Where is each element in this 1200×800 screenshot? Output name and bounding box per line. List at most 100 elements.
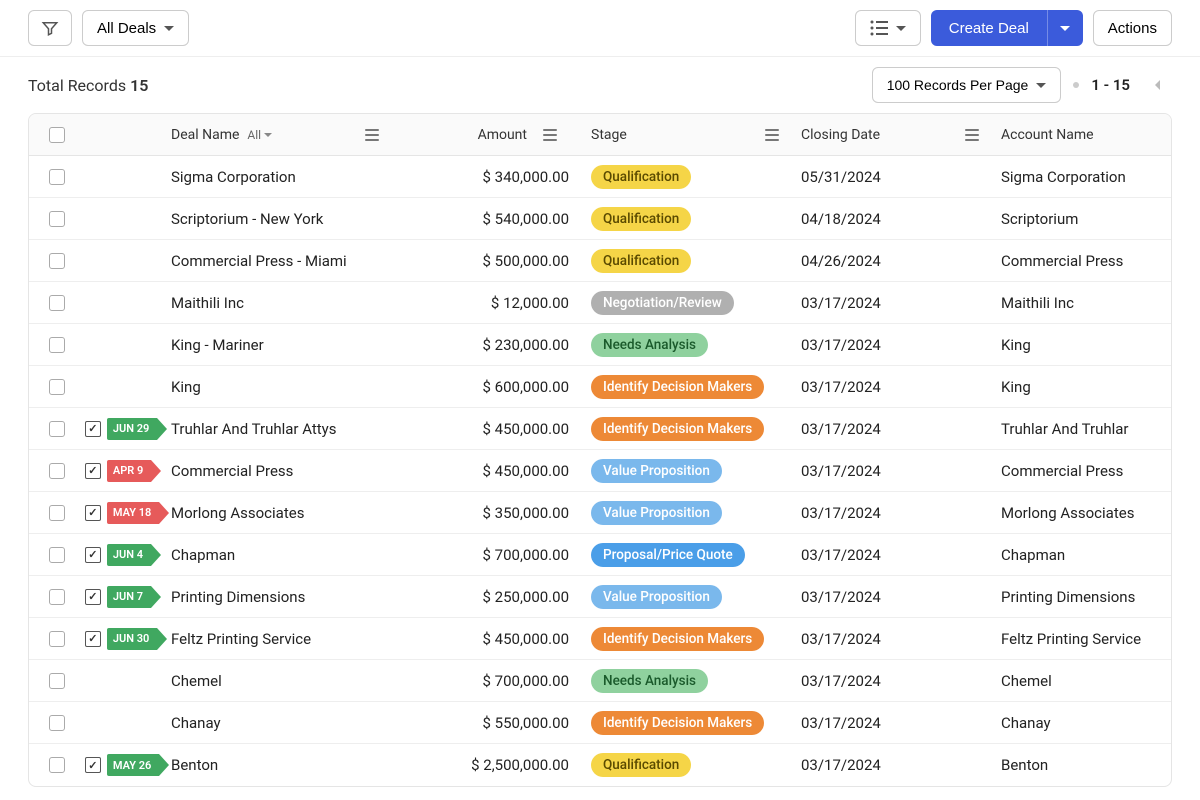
cell-deal-name[interactable]: Feltz Printing Service [171, 630, 391, 648]
table-row[interactable]: Scriptorium - New York$ 540,000.00Qualif… [29, 198, 1171, 240]
task-check-icon[interactable] [85, 547, 101, 563]
create-deal-caret[interactable] [1047, 10, 1083, 46]
cell-account-name[interactable]: Sigma Corporation [991, 168, 1171, 186]
cell-deal-name[interactable]: Chanay [171, 714, 391, 732]
row-checkbox[interactable] [49, 547, 65, 563]
row-checkbox[interactable] [49, 379, 65, 395]
table-row[interactable]: Chemel$ 700,000.00Needs Analysis03/17/20… [29, 660, 1171, 702]
column-menu-icon[interactable] [543, 129, 557, 141]
table-row[interactable]: Sigma Corporation$ 340,000.00Qualificati… [29, 156, 1171, 198]
cell-account-name[interactable]: Printing Dimensions [991, 588, 1171, 606]
row-checkbox[interactable] [49, 589, 65, 605]
stage-pill[interactable]: Identify Decision Makers [591, 627, 764, 651]
table-row[interactable]: Chanay$ 550,000.00Identify Decision Make… [29, 702, 1171, 744]
row-checkbox[interactable] [49, 463, 65, 479]
header-account-name[interactable]: Account Name [1001, 127, 1094, 143]
stage-pill[interactable]: Value Proposition [591, 501, 722, 525]
column-menu-icon[interactable] [365, 129, 379, 141]
stage-pill[interactable]: Negotiation/Review [591, 291, 734, 315]
cell-account-name[interactable]: Feltz Printing Service [991, 630, 1171, 648]
stage-pill[interactable]: Proposal/Price Quote [591, 543, 745, 567]
row-checkbox[interactable] [49, 631, 65, 647]
column-menu-icon[interactable] [765, 129, 779, 141]
select-all-checkbox[interactable] [49, 127, 65, 143]
task-check-icon[interactable] [85, 757, 101, 773]
column-menu-icon[interactable] [965, 129, 979, 141]
header-stage[interactable]: Stage [591, 127, 627, 143]
table-row[interactable]: APR 9Commercial Press$ 450,000.00Value P… [29, 450, 1171, 492]
table-row[interactable]: JUN 4Chapman$ 700,000.00Proposal/Price Q… [29, 534, 1171, 576]
cell-deal-name[interactable]: Printing Dimensions [171, 588, 391, 606]
create-deal-button[interactable]: Create Deal [931, 10, 1047, 46]
table-row[interactable]: King$ 600,000.00Identify Decision Makers… [29, 366, 1171, 408]
stage-pill[interactable]: Needs Analysis [591, 333, 708, 357]
row-checkbox[interactable] [49, 169, 65, 185]
cell-deal-name[interactable]: Chapman [171, 546, 391, 564]
table-row[interactable]: Commercial Press - Miami$ 500,000.00Qual… [29, 240, 1171, 282]
table-row[interactable]: JUN 29Truhlar And Truhlar Attys$ 450,000… [29, 408, 1171, 450]
stage-pill[interactable]: Identify Decision Makers [591, 417, 764, 441]
task-check-icon[interactable] [85, 421, 101, 437]
cell-deal-name[interactable]: Morlong Associates [171, 504, 391, 522]
stage-pill[interactable]: Identify Decision Makers [591, 711, 764, 735]
cell-deal-name[interactable]: King [171, 378, 391, 396]
stage-pill[interactable]: Qualification [591, 249, 691, 273]
cell-account-name[interactable]: Maithili Inc [991, 294, 1171, 312]
cell-deal-name[interactable]: Truhlar And Truhlar Attys [171, 420, 391, 438]
stage-pill[interactable]: Qualification [591, 207, 691, 231]
table-row[interactable]: King - Mariner$ 230,000.00Needs Analysis… [29, 324, 1171, 366]
header-closing-date[interactable]: Closing Date [801, 127, 880, 143]
cell-deal-name[interactable]: Commercial Press [171, 462, 391, 480]
stage-pill[interactable]: Value Proposition [591, 459, 722, 483]
row-checkbox[interactable] [49, 211, 65, 227]
cell-account-name[interactable]: Scriptorium [991, 210, 1171, 228]
prev-page-button[interactable] [1142, 70, 1172, 100]
task-check-icon[interactable] [85, 505, 101, 521]
cell-deal-name[interactable]: Maithili Inc [171, 294, 391, 312]
stage-pill[interactable]: Identify Decision Makers [591, 375, 764, 399]
table-row[interactable]: MAY 26Benton$ 2,500,000.00Qualification0… [29, 744, 1171, 786]
cell-deal-name[interactable]: Sigma Corporation [171, 168, 391, 186]
deal-name-filter[interactable]: All [247, 128, 272, 142]
actions-dropdown[interactable]: Actions [1093, 10, 1172, 46]
row-checkbox[interactable] [49, 421, 65, 437]
cell-deal-name[interactable]: King - Mariner [171, 336, 391, 354]
row-checkbox[interactable] [49, 337, 65, 353]
header-deal-name[interactable]: Deal Name [171, 127, 239, 143]
row-checkbox[interactable] [49, 673, 65, 689]
cell-account-name[interactable]: King [991, 336, 1171, 354]
cell-account-name[interactable]: Commercial Press [991, 252, 1171, 270]
per-page-dropdown[interactable]: 100 Records Per Page [872, 67, 1062, 103]
row-checkbox[interactable] [49, 505, 65, 521]
row-checkbox[interactable] [49, 253, 65, 269]
list-view-dropdown[interactable] [855, 10, 921, 46]
stage-pill[interactable]: Needs Analysis [591, 669, 708, 693]
filter-icon-button[interactable] [28, 10, 72, 46]
task-check-icon[interactable] [85, 631, 101, 647]
table-row[interactable]: Maithili Inc$ 12,000.00Negotiation/Revie… [29, 282, 1171, 324]
row-checkbox[interactable] [49, 715, 65, 731]
table-row[interactable]: JUN 7Printing Dimensions$ 250,000.00Valu… [29, 576, 1171, 618]
cell-deal-name[interactable]: Scriptorium - New York [171, 210, 391, 228]
stage-pill[interactable]: Value Proposition [591, 585, 722, 609]
row-checkbox[interactable] [49, 757, 65, 773]
cell-deal-name[interactable]: Benton [171, 756, 391, 774]
cell-account-name[interactable]: Truhlar And Truhlar [991, 420, 1171, 438]
cell-account-name[interactable]: Benton [991, 756, 1171, 774]
row-checkbox[interactable] [49, 295, 65, 311]
cell-account-name[interactable]: King [991, 378, 1171, 396]
cell-account-name[interactable]: Chapman [991, 546, 1171, 564]
table-row[interactable]: MAY 18Morlong Associates$ 350,000.00Valu… [29, 492, 1171, 534]
task-check-icon[interactable] [85, 589, 101, 605]
cell-account-name[interactable]: Commercial Press [991, 462, 1171, 480]
header-amount[interactable]: Amount [478, 127, 527, 143]
cell-account-name[interactable]: Chemel [991, 672, 1171, 690]
cell-account-name[interactable]: Morlong Associates [991, 504, 1171, 522]
task-check-icon[interactable] [85, 463, 101, 479]
view-dropdown[interactable]: All Deals [82, 10, 189, 46]
stage-pill[interactable]: Qualification [591, 165, 691, 189]
stage-pill[interactable]: Qualification [591, 753, 691, 777]
cell-deal-name[interactable]: Chemel [171, 672, 391, 690]
cell-deal-name[interactable]: Commercial Press - Miami [171, 252, 391, 270]
table-row[interactable]: JUN 30Feltz Printing Service$ 450,000.00… [29, 618, 1171, 660]
